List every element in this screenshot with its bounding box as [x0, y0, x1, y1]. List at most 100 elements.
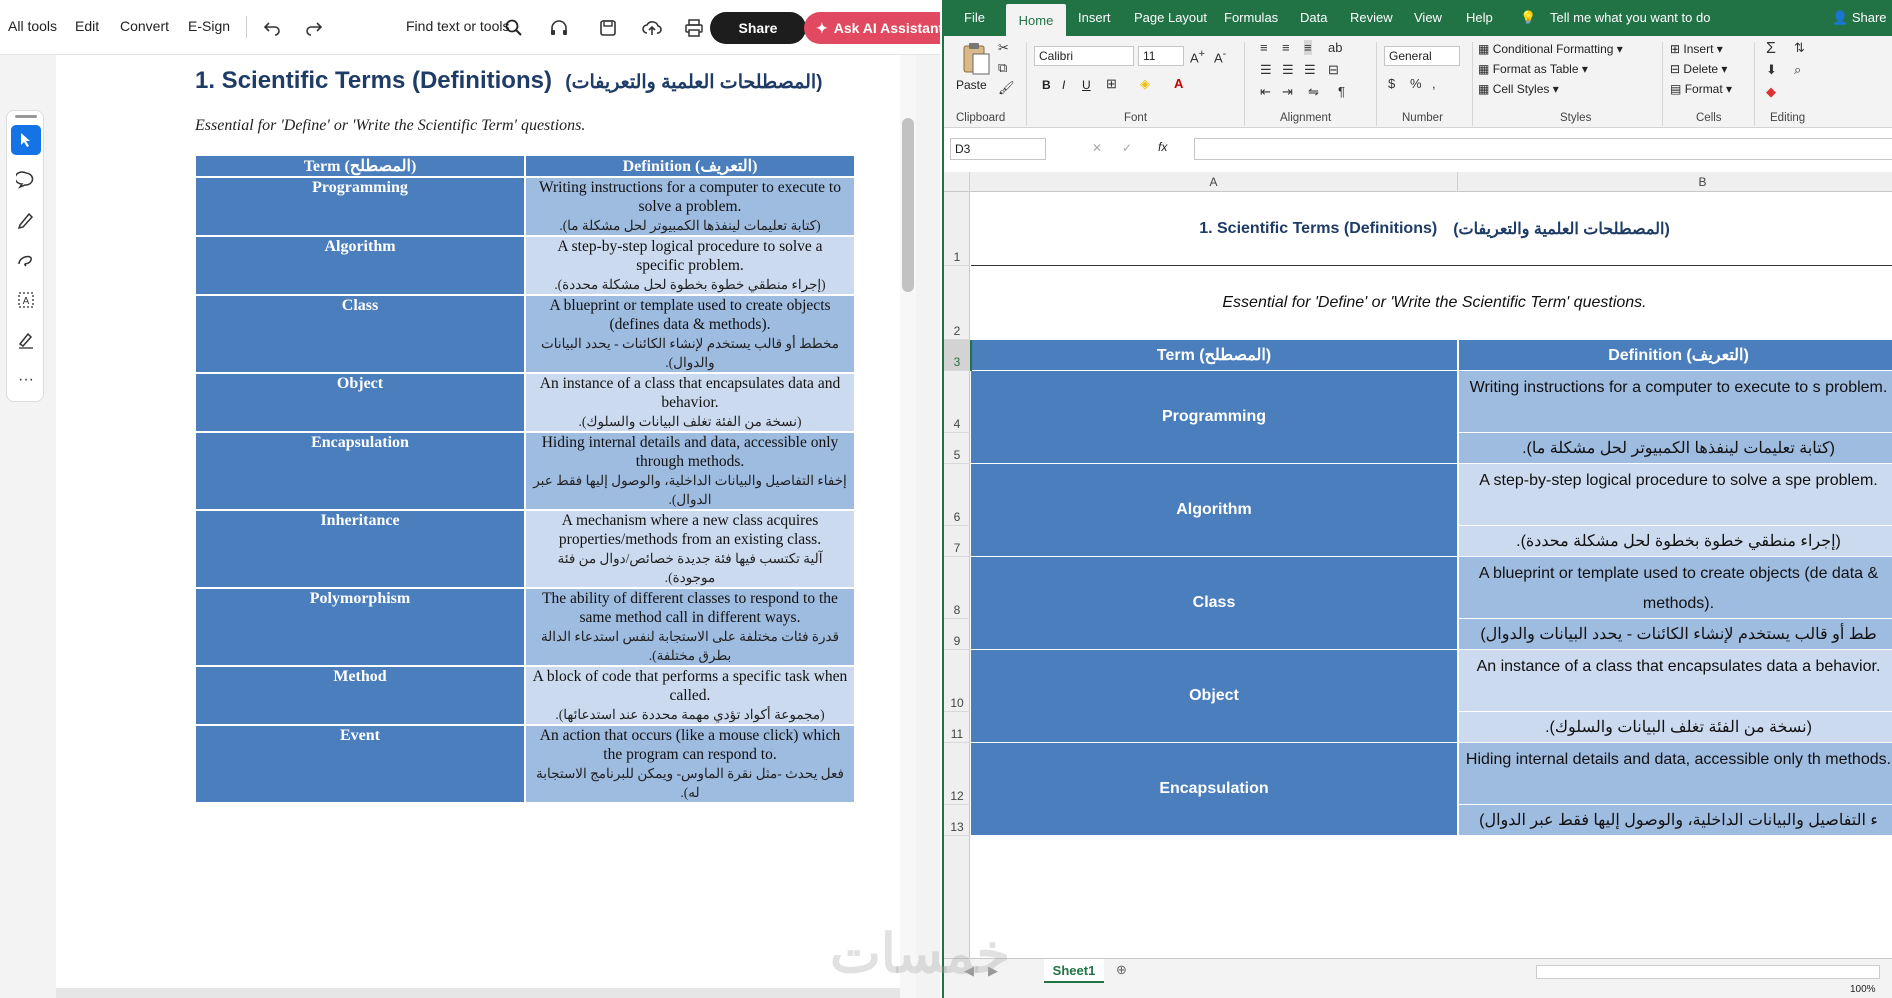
- fill-sign-icon[interactable]: [11, 325, 41, 355]
- formula-input[interactable]: [1194, 138, 1892, 160]
- row-header[interactable]: 2: [944, 266, 970, 340]
- definition-ar-cell[interactable]: طط أو قالب يستخدم لإنشاء الكائنات - يحدد…: [1459, 619, 1892, 650]
- definition-ar-cell[interactable]: (كتابة تعليمات لينفذها الكمبيوتر لحل مشك…: [1459, 433, 1892, 464]
- text-direction-icon[interactable]: ⇋: [1308, 84, 1319, 100]
- term-cell[interactable]: Object: [971, 650, 1458, 743]
- row-header[interactable]: 12: [944, 743, 970, 805]
- decrease-indent-icon[interactable]: ⇤: [1260, 84, 1271, 100]
- row-header[interactable]: 7: [944, 526, 970, 557]
- delete-cells-button[interactable]: ⊟ Delete ▾: [1670, 62, 1727, 76]
- tab-view[interactable]: View: [1414, 10, 1442, 25]
- subtitle-cell[interactable]: Essential for 'Define' or 'Write the Sci…: [971, 266, 1892, 340]
- tab-formulas[interactable]: Formulas: [1224, 10, 1278, 25]
- fill-color-icon[interactable]: ◈: [1140, 76, 1150, 92]
- tab-home[interactable]: Home: [1006, 4, 1066, 36]
- title-cell[interactable]: 1. Scientific Terms (Definitions) (المصطل…: [971, 192, 1892, 266]
- comma-icon[interactable]: ,: [1432, 76, 1436, 91]
- decrease-font-icon[interactable]: A-: [1214, 48, 1226, 65]
- font-size-select[interactable]: 11: [1138, 46, 1184, 66]
- worksheet-grid[interactable]: A B 1 2 3 4 5 6 7 8 9 10 11 12 13 1. Scientific Term…: [944, 172, 1892, 958]
- row-header[interactable]: 6: [944, 464, 970, 526]
- orientation-icon[interactable]: ab: [1328, 40, 1342, 55]
- merge-center-icon[interactable]: ⊟: [1328, 62, 1339, 78]
- zoom-level[interactable]: 100%: [1850, 984, 1876, 995]
- undo-icon[interactable]: [258, 14, 286, 42]
- select-tool-icon[interactable]: [11, 125, 41, 155]
- menu-all-tools[interactable]: All tools: [8, 18, 57, 34]
- definition-en-cell[interactable]: A step-by-step logical procedure to solv…: [1459, 464, 1892, 526]
- menu-convert[interactable]: Convert: [120, 18, 169, 34]
- fill-icon[interactable]: ⬇: [1766, 62, 1777, 78]
- font-color-icon[interactable]: A: [1174, 76, 1183, 91]
- italic-button[interactable]: I: [1062, 78, 1065, 92]
- share-button[interactable]: Share: [710, 12, 806, 44]
- menu-esign[interactable]: E-Sign: [188, 18, 230, 34]
- row-header[interactable]: 9: [944, 619, 970, 650]
- insert-cells-button[interactable]: ⊞ Insert ▾: [1670, 42, 1723, 56]
- row-header[interactable]: 4: [944, 371, 970, 433]
- find-tools[interactable]: Find text or tools: [406, 18, 510, 34]
- align-right-icon[interactable]: ☰: [1304, 62, 1316, 78]
- tab-page-layout[interactable]: Page Layout: [1134, 10, 1207, 25]
- autosum-icon[interactable]: Σ: [1766, 40, 1776, 58]
- format-as-table-button[interactable]: ▦ Format as Table ▾: [1478, 62, 1588, 76]
- cancel-entry-icon[interactable]: ✕: [1092, 141, 1102, 155]
- align-middle-icon[interactable]: ≡: [1282, 40, 1290, 55]
- align-top-icon[interactable]: ≡: [1260, 40, 1268, 55]
- term-cell[interactable]: Encapsulation: [971, 743, 1458, 836]
- column-header-b[interactable]: B: [1458, 172, 1892, 192]
- format-painter-icon[interactable]: 🖌: [998, 80, 1015, 96]
- clear-icon[interactable]: ◆: [1766, 84, 1776, 100]
- definition-ar-cell[interactable]: ء التفاصيل والبيانات الداخلية، والوصول إ…: [1459, 805, 1892, 836]
- conditional-formatting-button[interactable]: ▦ Conditional Formatting ▾: [1478, 42, 1623, 56]
- name-box[interactable]: D3: [950, 138, 1046, 160]
- find-select-icon[interactable]: ⌕: [1794, 62, 1801, 78]
- copy-icon[interactable]: ⧉: [998, 60, 1007, 76]
- paste-icon[interactable]: [958, 40, 992, 76]
- share-button-excel[interactable]: 👤 Share: [1832, 10, 1887, 26]
- search-icon[interactable]: [500, 14, 528, 42]
- ask-ai-button[interactable]: ✦ Ask AI Assistant: [804, 12, 940, 44]
- row-header[interactable]: 8: [944, 557, 970, 619]
- tab-file[interactable]: File: [964, 10, 985, 25]
- tab-review[interactable]: Review: [1350, 10, 1393, 25]
- sort-filter-icon[interactable]: ⇅: [1794, 40, 1805, 56]
- headphones-icon[interactable]: [545, 14, 573, 42]
- percent-icon[interactable]: %: [1410, 76, 1422, 91]
- bold-button[interactable]: B: [1042, 78, 1051, 92]
- select-all-corner[interactable]: [944, 172, 970, 192]
- align-bottom-icon[interactable]: ≡: [1304, 40, 1312, 55]
- cell-styles-button[interactable]: ▦ Cell Styles ▾: [1478, 82, 1559, 96]
- increase-indent-icon[interactable]: ⇥: [1282, 84, 1293, 100]
- add-sheet-icon[interactable]: ⊕: [1116, 962, 1127, 978]
- definition-en-cell[interactable]: Hiding internal details and data, access…: [1459, 743, 1892, 805]
- term-cell[interactable]: Class: [971, 557, 1458, 650]
- cut-icon[interactable]: ✂: [998, 40, 1009, 56]
- redo-icon[interactable]: [300, 14, 328, 42]
- term-cell[interactable]: Programming: [971, 371, 1458, 464]
- tell-me-search[interactable]: Tell me what you want to do: [1550, 10, 1710, 25]
- row-header[interactable]: 1: [944, 192, 970, 266]
- horizontal-scrollbar[interactable]: [56, 988, 900, 998]
- borders-icon[interactable]: ⊞: [1106, 76, 1117, 92]
- horizontal-scrollbar-excel[interactable]: [1536, 965, 1880, 979]
- row-header[interactable]: 13: [944, 805, 970, 836]
- align-left-icon[interactable]: ☰: [1260, 62, 1272, 78]
- align-center-icon[interactable]: ☰: [1282, 62, 1294, 78]
- tab-data[interactable]: Data: [1300, 10, 1327, 25]
- font-name-select[interactable]: Calibri: [1034, 46, 1134, 66]
- number-format-select[interactable]: General: [1384, 46, 1460, 66]
- definition-ar-cell[interactable]: (نسخة من الفئة تغلف البيانات والسلوك).: [1459, 712, 1892, 743]
- cloud-upload-icon[interactable]: [638, 14, 666, 42]
- comment-icon[interactable]: [11, 165, 41, 195]
- row-header[interactable]: 11: [944, 712, 970, 743]
- definition-en-cell[interactable]: An instance of a class that encapsulates…: [1459, 650, 1892, 712]
- more-tools-icon[interactable]: ···: [11, 365, 41, 395]
- insert-function-button[interactable]: fx: [1158, 140, 1167, 154]
- save-icon[interactable]: [594, 14, 622, 42]
- draw-icon[interactable]: [11, 245, 41, 275]
- column-header-a[interactable]: A: [970, 172, 1458, 192]
- underline-button[interactable]: U: [1082, 78, 1091, 92]
- sheet-tab[interactable]: Sheet1: [1044, 959, 1104, 983]
- scrollbar-thumb[interactable]: [902, 118, 914, 292]
